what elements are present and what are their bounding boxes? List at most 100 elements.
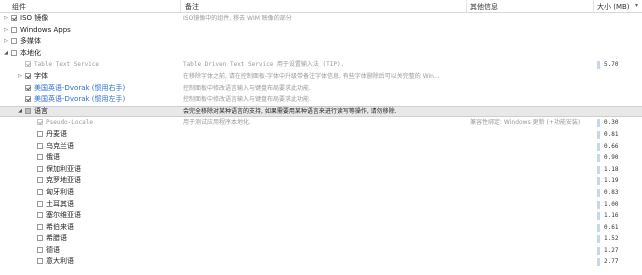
component-note: 用于测试应用程序本地化. [183,119,251,127]
component-name: 美国英语-Dvorak (惯用左手) [34,95,126,104]
component-checkbox [37,119,43,126]
tree-row[interactable]: Table Text Service Table Driven Text Serv… [0,59,642,71]
component-name: 语言 [34,106,48,115]
component-name: 俄语 [46,153,60,162]
size-indicator-bar [597,177,600,186]
component-size: 5.70 [604,61,619,69]
component-checkbox[interactable] [37,235,43,242]
expand-arrow-open-icon[interactable]: ◢ [17,108,23,115]
component-name: 多媒体 [20,37,41,46]
component-size: 0.83 [604,188,619,196]
component-checkbox[interactable] [25,84,31,91]
component-checkbox[interactable] [37,142,43,149]
tree-row[interactable]: ▷ ISO 镜像 ISO镜像中的组件, 移去 WIM 映像的部分 [0,13,642,25]
component-checkbox[interactable] [37,200,43,207]
component-size: 1.00 [604,200,619,208]
component-size: 0.61 [604,223,619,231]
component-name: Windows Apps [20,25,71,34]
tree-row[interactable]: ◢ 本地化 [0,48,642,60]
tree-row[interactable]: 塞尔维亚语 1.16 [0,210,642,222]
component-checkbox[interactable] [37,188,43,195]
size-indicator-bar [597,61,600,70]
tree-row[interactable]: 美国英语-Dvorak (惯用右手) 控制面板中修改语言输入与键盘布局要求此功能. [0,83,642,95]
tree-row[interactable]: 德语 1.27 [0,245,642,257]
tree-row[interactable]: 俄语 0.90 [0,152,642,164]
tree-row[interactable]: 乌克兰语 0.66 [0,141,642,153]
size-indicator-bar [597,235,600,244]
tree-row[interactable]: 丹麦语 0.81 [0,129,642,141]
component-note: ISO镜像中的组件, 移去 WIM 映像的部分 [183,15,292,22]
size-indicator-bar [597,246,600,255]
component-checkbox[interactable] [37,177,43,184]
component-note: 控制面板中修改语言输入与键盘布局要求此功能. [183,84,311,92]
column-divider[interactable] [466,0,467,12]
expand-arrow-closed-icon[interactable]: ▷ [3,15,9,22]
component-checkbox[interactable] [11,26,17,33]
component-checkbox[interactable] [37,246,43,253]
component-checkbox[interactable] [37,154,43,161]
component-note: 会完全移除对某种语言的支持, 如果需要用某种语言来进行读写等操作, 请勿移除. [183,107,397,115]
component-checkbox[interactable] [11,49,17,56]
column-divider[interactable] [180,0,181,12]
size-indicator-bar [597,165,600,174]
component-name: 乌克兰语 [46,141,74,150]
tree-row[interactable]: 土耳其语 1.00 [0,199,642,211]
expand-arrow-closed-icon[interactable]: ▷ [17,73,23,80]
column-other-info[interactable]: 其他信息 [470,2,498,12]
tree-row[interactable]: 希腊语 1.52 [0,233,642,245]
component-checkbox[interactable] [25,72,31,79]
size-indicator-bar [597,142,600,151]
sort-descending-icon[interactable]: ▾ [635,2,640,10]
component-checkbox[interactable] [25,96,31,103]
component-size: 1.18 [604,165,619,173]
component-checkbox[interactable] [37,212,43,219]
component-name: 塞尔维亚语 [46,211,81,220]
tree-row[interactable]: 美国英语-Dvorak (惯用左手) 控制面板中修改语言输入与键盘布局要求此功能. [0,94,642,106]
component-name: 克罗地亚语 [46,176,81,185]
component-note: 在移除字体之前, 请在控制面板-字体中升级带备注字体信息, 有些字体删除后可以关… [183,72,440,80]
size-indicator-bar [597,154,600,163]
component-checkbox [25,61,31,68]
tree-row[interactable]: ▷ 字体 在移除字体之前, 请在控制面板-字体中升级带备注字体信息, 有些字体删除后… [0,71,642,83]
size-indicator-bar [597,223,600,232]
tree-row[interactable]: ▷ Windows Apps [0,25,642,37]
tree-row[interactable]: 保加利亚语 1.18 [0,164,642,176]
component-note: Table Driven Text Service 用于设置输入法 (TIP). [183,61,345,69]
component-name: 字体 [34,71,48,80]
tree-row[interactable]: ◢ 语言 会完全移除对某种语言的支持, 如果需要用某种语言来进行读写等操作, 请勿移… [0,105,642,118]
component-size: 1.52 [604,235,619,243]
tree-row[interactable]: 克罗地亚语 1.19 [0,175,642,187]
component-name: ISO 镜像 [20,14,49,22]
column-note[interactable]: 备注 [185,2,199,12]
component-other-info: 兼容性绑定: Windows 更新 (+功能安装) [470,119,581,127]
component-name: Table Text Service [34,61,100,69]
tree-row[interactable]: ▷ 多媒体 [0,36,642,48]
component-name: 意大利语 [46,257,74,266]
tree-row[interactable]: 希伯来语 0.61 [0,222,642,234]
component-checkbox[interactable] [25,107,31,114]
column-size[interactable]: 大小 (MB) [597,2,630,12]
tree-row[interactable]: Pseudo-Locale 用于测试应用程序本地化. 兼容性绑定: Windows … [0,117,642,129]
component-checkbox[interactable] [37,223,43,230]
component-size: 0.90 [604,154,619,162]
component-size: 2.77 [604,258,619,266]
component-tree: ▷ ISO 镜像 ISO镜像中的组件, 移去 WIM 映像的部分 ▷ Windows A… [0,13,642,268]
component-checkbox[interactable] [11,38,17,45]
component-name: 丹麦语 [46,129,67,138]
component-checkbox[interactable] [37,165,43,172]
size-indicator-bar [597,200,600,209]
size-indicator-bar [597,212,600,221]
component-checkbox[interactable] [37,258,43,265]
component-size: 1.27 [604,246,619,254]
component-checkbox[interactable] [11,15,17,21]
component-checkbox[interactable] [37,130,43,137]
component-name: 保加利亚语 [46,164,81,173]
expand-arrow-closed-icon[interactable]: ▷ [3,27,9,34]
expand-arrow-open-icon[interactable]: ◢ [3,50,9,57]
tree-row[interactable]: 意大利语 2.77 [0,256,642,268]
column-component[interactable]: 组件 [12,2,26,12]
size-indicator-bar [597,119,600,128]
column-divider[interactable] [593,0,594,12]
expand-arrow-closed-icon[interactable]: ▷ [3,38,9,45]
tree-row[interactable]: 匈牙利语 0.83 [0,187,642,199]
